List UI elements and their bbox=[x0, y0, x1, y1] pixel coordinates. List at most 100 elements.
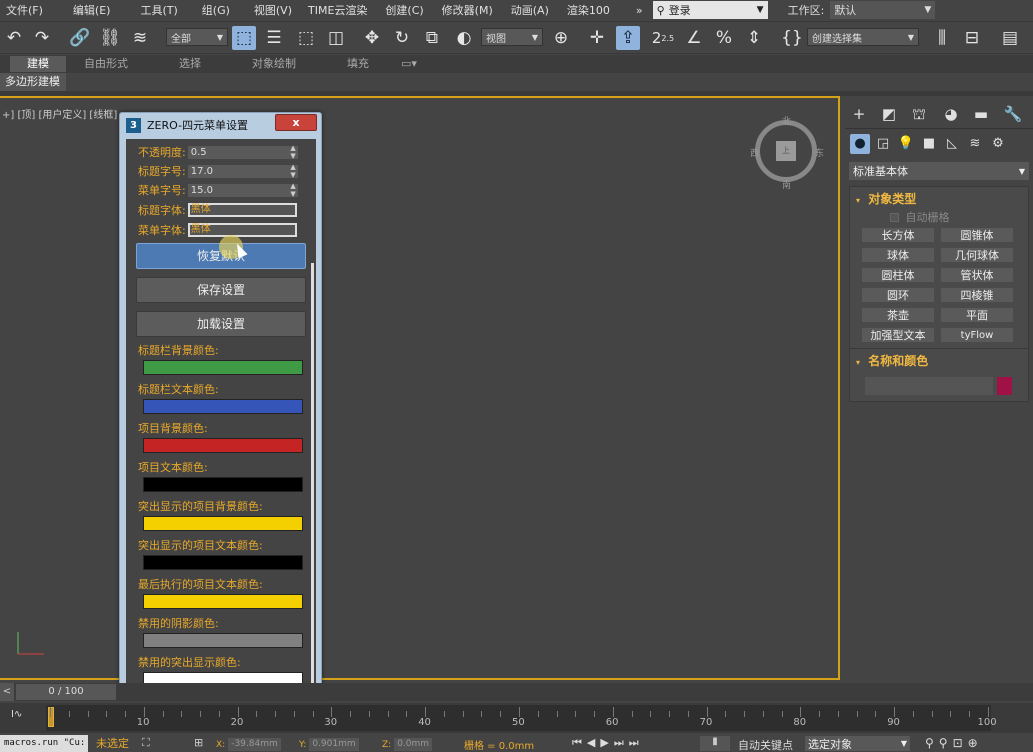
tube-button[interactable]: 管状体 bbox=[940, 267, 1014, 283]
highlight-item-text-color-swatch[interactable] bbox=[143, 555, 303, 570]
scene-explorer-icon[interactable]: ▤ bbox=[998, 26, 1022, 50]
geosphere-button[interactable]: 几何球体 bbox=[940, 247, 1014, 263]
titlebar-bg-color-swatch[interactable] bbox=[143, 360, 303, 375]
menu-file[interactable]: 文件(F) bbox=[2, 2, 47, 18]
geometry-category-dropdown[interactable]: 标准基本体 ▼ bbox=[849, 162, 1029, 180]
spinner-arrows-icon[interactable]: ▲ ▼ bbox=[290, 182, 295, 198]
geometry-icon[interactable]: ● bbox=[850, 134, 870, 154]
modify-tab-icon[interactable]: ◩ bbox=[877, 102, 901, 126]
autogrid-checkbox[interactable]: 自动栅格 bbox=[850, 209, 1028, 225]
select-object-icon[interactable]: ⬚ bbox=[232, 26, 256, 50]
named-selection-set-dropdown[interactable]: 创建选择集 ▼ bbox=[807, 28, 919, 46]
ribbon-tab-populate[interactable]: 填充 bbox=[336, 56, 380, 72]
lights-icon[interactable]: 💡 bbox=[896, 134, 916, 154]
rectangular-selection-icon[interactable]: ⬚ bbox=[294, 26, 318, 50]
spinner-arrows-icon[interactable]: ▲ ▼ bbox=[290, 144, 295, 160]
time-slider[interactable]: < 0 / 100 bbox=[0, 683, 1033, 701]
placement-icon[interactable]: ◐ bbox=[452, 26, 476, 50]
pyramid-button[interactable]: 四棱锥 bbox=[940, 287, 1014, 303]
cylinder-button[interactable]: 圆柱体 bbox=[861, 267, 935, 283]
viewport-label[interactable]: +] [顶] [用户定义] [线框] bbox=[2, 106, 117, 121]
ribbon-options-icon[interactable]: ▭▾ bbox=[394, 56, 424, 72]
close-icon[interactable]: x bbox=[275, 114, 317, 131]
menu-font-input[interactable]: 黑体 bbox=[187, 223, 297, 237]
titlebar-text-color-swatch[interactable] bbox=[143, 399, 303, 414]
item-bg-color-swatch[interactable] bbox=[143, 438, 303, 453]
hierarchy-tab-icon[interactable]: ⛫ bbox=[907, 102, 931, 126]
absolute-mode-icon[interactable]: ⊞ bbox=[194, 736, 203, 749]
ribbon-subtab-polygon-modeling[interactable]: 多边形建模 bbox=[0, 73, 66, 91]
systems-icon[interactable]: ⚙ bbox=[988, 134, 1008, 154]
teapot-button[interactable]: 茶壶 bbox=[861, 307, 935, 323]
dialog-titlebar[interactable]: 3 ZERO-四元菜单设置 x bbox=[120, 113, 321, 137]
menu-time-cloud-render[interactable]: TIME云渲染 bbox=[304, 2, 371, 18]
utilities-tab-icon[interactable]: 🔧 bbox=[1001, 102, 1025, 126]
viewport-navigation-icons[interactable]: ⚲⚲⊡⊕ bbox=[925, 736, 983, 750]
unlink-icon[interactable]: ⛓ bbox=[98, 26, 122, 50]
dialog-scrollbar[interactable] bbox=[311, 263, 314, 693]
maxscript-listener[interactable]: macros.run "Cu: bbox=[0, 735, 88, 752]
create-tab-icon[interactable]: + bbox=[847, 102, 871, 126]
object-color-swatch[interactable] bbox=[997, 377, 1012, 395]
plane-button[interactable]: 平面 bbox=[940, 307, 1014, 323]
viewcube-face[interactable]: 上 bbox=[776, 141, 796, 161]
rotate-icon[interactable]: ↻ bbox=[390, 26, 414, 50]
key-mode-icon[interactable]: ▮ bbox=[700, 736, 730, 751]
playback-controls[interactable]: ⏮◀▶⏭⏭ bbox=[572, 736, 644, 750]
percent-snap-icon[interactable]: % bbox=[712, 26, 736, 50]
angle-snap-icon[interactable]: ∠ bbox=[682, 26, 706, 50]
text-plus-button[interactable]: 加强型文本 bbox=[861, 327, 935, 343]
highlight-item-bg-color-swatch[interactable] bbox=[143, 516, 303, 531]
align-icon[interactable]: ⊟ bbox=[960, 26, 984, 50]
opacity-spinner[interactable]: 0.5 ▲ ▼ bbox=[187, 144, 298, 160]
time-slider-thumb[interactable]: 0 / 100 bbox=[16, 684, 116, 700]
ribbon-tab-freeform[interactable]: 自由形式 bbox=[78, 56, 134, 72]
pivot-center-icon[interactable]: ⊕ bbox=[549, 26, 573, 50]
auto-key-button[interactable]: 自动关键点 bbox=[738, 737, 793, 752]
last-executed-text-color-swatch[interactable] bbox=[143, 594, 303, 609]
save-settings-button[interactable]: 保存设置 bbox=[136, 277, 306, 303]
spinner-snap-icon[interactable]: ⇕ bbox=[742, 26, 766, 50]
select-manipulate-icon[interactable]: ✛ bbox=[585, 26, 609, 50]
menu-animation[interactable]: 动画(A) bbox=[507, 2, 553, 18]
name-and-color-header[interactable]: ▾ 名称和颜色 bbox=[850, 349, 1028, 371]
item-text-color-swatch[interactable] bbox=[143, 477, 303, 492]
menu-tools[interactable]: 工具(T) bbox=[136, 2, 181, 18]
reference-coordinate-dropdown[interactable]: 视图 ▼ bbox=[481, 28, 543, 46]
menu-views[interactable]: 视图(V) bbox=[250, 2, 296, 18]
object-name-input[interactable] bbox=[865, 377, 993, 395]
disabled-shadow-color-swatch[interactable] bbox=[143, 633, 303, 648]
object-type-header[interactable]: ▾ 对象类型 bbox=[850, 187, 1028, 209]
window-crossing-icon[interactable]: ◫ bbox=[324, 26, 348, 50]
move-icon[interactable]: ✥ bbox=[360, 26, 384, 50]
menu-create[interactable]: 创建(C) bbox=[381, 2, 427, 18]
mirror-icon[interactable]: ⫼ bbox=[930, 26, 954, 50]
space-warps-icon[interactable]: ≋ bbox=[965, 134, 985, 154]
spinner-arrows-icon[interactable]: ▲ ▼ bbox=[290, 163, 295, 179]
menu-size-spinner[interactable]: 15.0 ▲ ▼ bbox=[187, 182, 298, 198]
prev-frame-icon[interactable]: < bbox=[0, 683, 14, 701]
menu-overflow[interactable]: » bbox=[632, 4, 647, 17]
ribbon-tab-selection[interactable]: 选择 bbox=[162, 56, 218, 72]
bind-space-warp-icon[interactable]: ≋ bbox=[128, 26, 152, 50]
sphere-button[interactable]: 球体 bbox=[861, 247, 935, 263]
load-settings-button[interactable]: 加载设置 bbox=[136, 311, 306, 337]
snap-toggle-icon[interactable]: 2 2.5 bbox=[651, 26, 675, 50]
z-value[interactable]: 0.0mm bbox=[394, 738, 433, 751]
undo-icon[interactable]: ↶ bbox=[2, 26, 26, 50]
select-by-name-icon[interactable]: ☰ bbox=[262, 26, 286, 50]
menu-modifiers[interactable]: 修改器(M) bbox=[438, 2, 497, 18]
shapes-icon[interactable]: ◲ bbox=[873, 134, 893, 154]
redo-icon[interactable]: ↷ bbox=[30, 26, 54, 50]
keyboard-shortcut-override-icon[interactable]: ⇪ bbox=[616, 26, 640, 50]
lock-selection-icon[interactable]: ⛶ bbox=[142, 736, 150, 750]
y-value[interactable]: 0.901mm bbox=[309, 738, 359, 751]
selection-filter-dropdown[interactable]: 全部 ▼ bbox=[166, 28, 228, 46]
x-value[interactable]: -39.84mm bbox=[228, 738, 281, 751]
title-size-spinner[interactable]: 17.0 ▲ ▼ bbox=[187, 163, 298, 179]
cameras-icon[interactable]: ■ bbox=[919, 134, 939, 154]
cone-button[interactable]: 圆锥体 bbox=[940, 227, 1014, 243]
menu-group[interactable]: 组(G) bbox=[198, 2, 234, 18]
ribbon-tab-object-paint[interactable]: 对象绘制 bbox=[244, 56, 304, 72]
link-icon[interactable]: 🔗 bbox=[68, 26, 92, 50]
